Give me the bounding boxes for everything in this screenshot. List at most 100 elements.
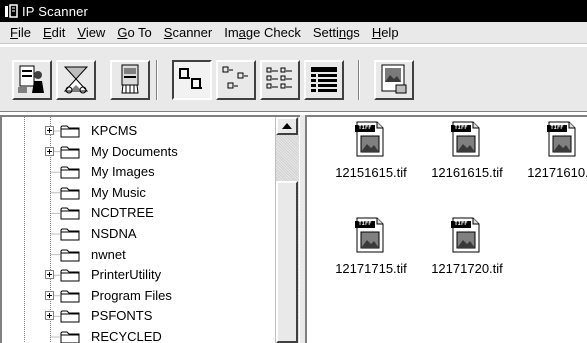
tiff-badge-label: TIFF: [454, 125, 468, 131]
tree-item-label: My Documents: [91, 143, 178, 159]
menu-mnemonic: V: [77, 25, 86, 40]
expand-plus-icon[interactable]: [45, 146, 54, 156]
tree-item[interactable]: PSFONTS: [2, 306, 274, 326]
tiff-badge-label: TIFF: [550, 125, 564, 131]
menu-file[interactable]: File: [4, 25, 37, 40]
folder-icon: [60, 145, 80, 159]
toolbar-separator: [358, 60, 360, 100]
folder-icon: [60, 165, 80, 179]
large-icons-view-icon: [176, 63, 208, 98]
folder-icon: [60, 227, 80, 241]
tiff-file-icon: TIFF: [451, 217, 481, 253]
file-item[interactable]: TIFF 12171715.tif: [323, 217, 419, 289]
tree-item[interactable]: My Documents: [2, 142, 274, 162]
tree-item[interactable]: RECYCLED: [2, 327, 274, 343]
file-item[interactable]: TIFF 12171610.tif: [515, 121, 587, 193]
menu-view[interactable]: View: [71, 25, 111, 40]
menu-label-rest: o To: [127, 25, 152, 40]
tree-item[interactable]: PrinterUtility: [2, 265, 274, 285]
menu-goto[interactable]: Go To: [111, 25, 157, 40]
tree-item-label: NSDNA: [91, 226, 137, 241]
details-view-icon: [308, 63, 340, 98]
expand-plus-icon[interactable]: [45, 270, 54, 280]
file-name: 12171715.tif: [335, 261, 407, 276]
menu-label-rest: gs: [346, 25, 360, 40]
menu-imagecheck[interactable]: Image Check: [218, 25, 307, 40]
menu-label-rest: dit: [51, 25, 66, 40]
scan-person-button[interactable]: [12, 60, 52, 100]
expand-plus-icon[interactable]: [45, 311, 54, 321]
menu-mnemonic: F: [10, 25, 18, 40]
tiff-badge-label: TIFF: [454, 221, 468, 227]
folder-icon: [60, 330, 80, 343]
scroll-up-button[interactable]: [276, 117, 298, 135]
menu-label-rest: ile: [17, 25, 31, 40]
file-name: 12161615.tif: [431, 165, 503, 180]
file-item[interactable]: TIFF 12171720.tif: [419, 217, 515, 289]
details-view-button[interactable]: [304, 60, 344, 100]
file-item[interactable]: TIFF 12161615.tif: [419, 121, 515, 193]
tree-item-label: My Images: [91, 164, 155, 180]
tree-item-label: RECYCLED: [91, 329, 162, 343]
folder-icon: [60, 186, 80, 200]
tree-item[interactable]: Program Files: [2, 286, 274, 306]
tree-item-label: PrinterUtility: [91, 267, 162, 283]
hourglass-button[interactable]: [56, 60, 96, 100]
file-item[interactable]: TIFF 12151615.tif: [323, 121, 419, 193]
expand-plus-icon[interactable]: [45, 126, 54, 135]
folder-icon: [60, 124, 80, 138]
menu-label-rest: iew: [85, 25, 106, 40]
window-title: IP Scanner: [22, 3, 89, 19]
menu-help[interactable]: Help: [366, 25, 405, 40]
menu-scanner[interactable]: Scanner: [158, 25, 218, 40]
tree-item-label: nwnet: [91, 246, 126, 262]
tree-item[interactable]: My Images: [2, 162, 274, 182]
menu-mnemonic: a: [238, 25, 246, 40]
list-view-icon: [264, 63, 296, 98]
file-name: 12151615.tif: [335, 165, 407, 180]
title-bar: IP Scanner: [0, 0, 587, 22]
menu-label-rest: ge Check: [245, 25, 301, 40]
list-view-button[interactable]: [260, 60, 300, 100]
tree-item[interactable]: NCDTREE: [2, 203, 274, 223]
menu-mnemonic: G: [117, 25, 128, 40]
folder-icon: [60, 289, 80, 303]
menu-bar: File Edit View Go To Scanner Image Check Setti…: [0, 22, 587, 44]
menu-mnemonic: E: [42, 25, 52, 40]
toolbar-separator: [156, 60, 158, 100]
toolbar: [0, 46, 587, 112]
folder-icon: [60, 268, 80, 282]
folder-icon: [60, 248, 80, 262]
file-name: 12171610.tif: [527, 165, 587, 180]
tree-item-label: Program Files: [91, 287, 172, 303]
small-icons-view-icon: [220, 63, 252, 98]
tiff-file-icon: TIFF: [547, 121, 577, 157]
larges-view-icon-button[interactable]: [172, 60, 212, 100]
tree-item-label: My Music: [91, 184, 146, 200]
menu-settings[interactable]: Settings: [307, 25, 366, 40]
tree-item-label: PSFONTS: [91, 308, 153, 324]
folder-icon: [60, 309, 80, 323]
menu-label-rest: elp: [381, 25, 399, 40]
tree-scrollbar[interactable]: [275, 117, 299, 343]
arrow-up-icon: [282, 123, 292, 129]
menu-label-prefix: Setti: [312, 25, 339, 40]
tree-item[interactable]: nwnet: [2, 245, 274, 265]
tree-item[interactable]: My Music: [2, 183, 274, 203]
menu-edit[interactable]: Edit: [37, 25, 71, 40]
document-hand-button[interactable]: [110, 60, 150, 100]
smalls-view-icon-button[interactable]: [216, 60, 256, 100]
menu-label-prefix: Im: [224, 25, 239, 40]
file-name: 12171720.tif: [431, 261, 503, 276]
scroll-thumb[interactable]: [276, 181, 298, 343]
folder-icon: [60, 206, 80, 220]
tiff-badge-label: TIFF: [358, 125, 372, 131]
tree-item[interactable]: KPCMS: [2, 121, 274, 141]
image-preview-button[interactable]: [374, 60, 414, 100]
expand-plus-icon[interactable]: [45, 290, 54, 300]
app-icon: [4, 4, 18, 18]
tree-item[interactable]: NSDNA: [2, 224, 274, 244]
menu-label-rest: canner: [172, 25, 213, 40]
folder-tree: KPCMS My Documents My Images My Music NCDTRE…: [0, 115, 300, 343]
tree-item-label: KPCMS: [91, 123, 138, 138]
